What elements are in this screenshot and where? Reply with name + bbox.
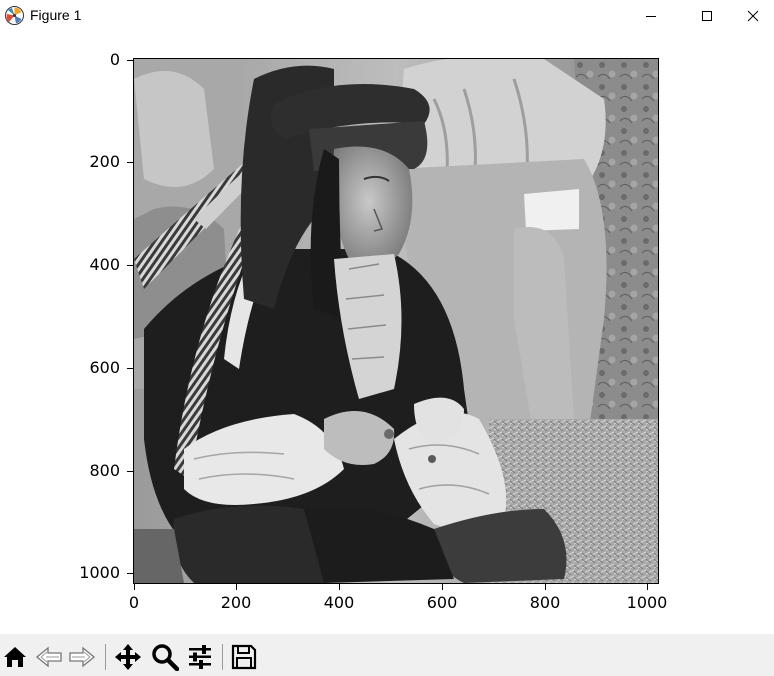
figure-canvas[interactable]: 0 200 400 600 800 1000 0 200 400 600 800…	[0, 32, 774, 634]
x-tick-600	[442, 584, 443, 590]
home-button[interactable]	[0, 642, 30, 672]
y-tick-label-600: 600	[89, 358, 120, 377]
window-title: Figure 1	[30, 7, 82, 23]
navigation-toolbar	[0, 634, 774, 676]
y-tick-label-1000: 1000	[79, 563, 120, 582]
x-tick-label-800: 800	[529, 593, 561, 612]
y-tick-200	[127, 162, 133, 163]
x-tick-400	[339, 584, 340, 590]
minimize-button[interactable]	[628, 0, 674, 32]
y-tick-label-0: 0	[109, 50, 120, 69]
pan-icon	[115, 644, 141, 670]
maximize-icon	[702, 11, 712, 21]
y-tick-1000	[127, 573, 133, 574]
image-axes[interactable]	[133, 58, 659, 584]
pan-button[interactable]	[113, 642, 143, 672]
y-tick-label-200: 200	[89, 152, 120, 171]
zoom-icon	[152, 644, 179, 671]
x-tick-label-200: 200	[220, 593, 252, 612]
zoom-button[interactable]	[150, 642, 180, 672]
x-tick-0	[134, 584, 135, 590]
x-tick-200	[236, 584, 237, 590]
save-icon	[231, 644, 257, 670]
forward-icon	[69, 646, 96, 668]
maximize-button[interactable]	[684, 0, 730, 32]
back-button[interactable]	[34, 642, 64, 672]
minimize-icon	[646, 16, 656, 17]
save-button[interactable]	[229, 642, 259, 672]
y-tick-800	[127, 471, 133, 472]
title-bar: Figure 1	[0, 0, 774, 32]
y-tick-0	[127, 60, 133, 61]
configure-subplots-icon	[189, 645, 211, 669]
y-tick-600	[127, 368, 133, 369]
toolbar-separator	[105, 644, 106, 670]
toolbar-separator	[222, 644, 223, 670]
close-button[interactable]	[730, 0, 774, 32]
grayscale-photo	[134, 59, 658, 583]
configure-subplots-button[interactable]	[185, 642, 215, 672]
y-tick-label-800: 800	[89, 461, 120, 480]
y-tick-label-400: 400	[89, 255, 120, 274]
home-icon	[4, 647, 26, 667]
matplotlib-icon	[4, 5, 25, 26]
x-tick-1000	[647, 584, 648, 590]
forward-button[interactable]	[67, 642, 97, 672]
x-tick-label-1000: 1000	[626, 593, 668, 612]
close-icon	[747, 10, 759, 22]
x-tick-label-600: 600	[426, 593, 458, 612]
x-tick-800	[545, 584, 546, 590]
y-tick-400	[127, 265, 133, 266]
back-icon	[35, 646, 62, 668]
x-tick-label-0: 0	[128, 593, 140, 612]
x-tick-label-400: 400	[323, 593, 355, 612]
